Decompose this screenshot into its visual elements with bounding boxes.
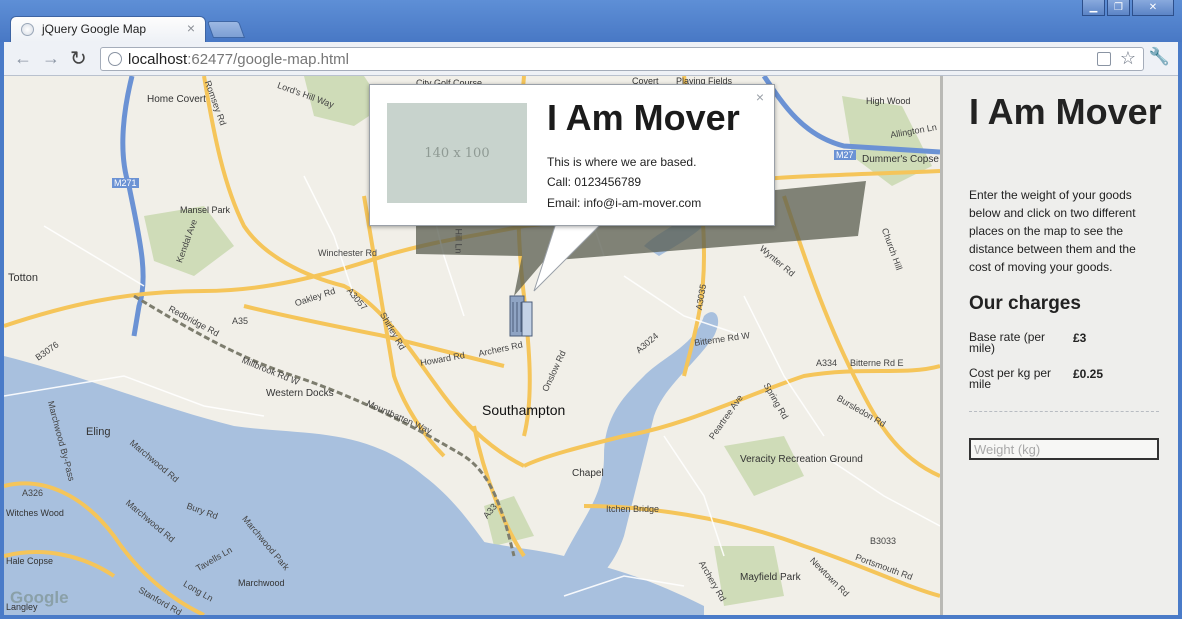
page-info-icon[interactable] xyxy=(108,52,122,66)
map-label: A334 xyxy=(816,358,838,368)
map-label: Chapel xyxy=(572,468,604,479)
placeholder-text: 140 x 100 xyxy=(424,145,490,161)
building-marker[interactable] xyxy=(509,295,533,337)
map-label: Eling xyxy=(86,426,111,438)
cost-per-kg-value: £0.25 xyxy=(1073,367,1104,381)
page-favicon-icon xyxy=(21,23,34,36)
infowindow-line: This is where we are based. xyxy=(547,155,697,169)
window-controls: ▁ ❐ ✕ xyxy=(1082,0,1174,16)
forward-arrow-icon[interactable]: → xyxy=(42,48,60,69)
weight-input[interactable] xyxy=(969,438,1159,460)
map-label: Veracity Recreation Ground xyxy=(740,454,863,465)
url-host: localhost xyxy=(128,51,188,68)
cost-per-kg-label: Cost per kg per mile xyxy=(969,366,1052,391)
charges-heading: Our charges xyxy=(969,293,1081,314)
map-label: Southampton xyxy=(482,402,566,418)
map-label: Hale Copse xyxy=(6,556,54,566)
maximize-button[interactable]: ❐ xyxy=(1107,0,1130,16)
map-infowindow: 140 x 100 I Am Mover This is where we ar… xyxy=(369,84,775,226)
map-label: Langley xyxy=(6,602,38,612)
infowindow-email: Email: info@i-am-mover.com xyxy=(547,196,702,210)
map-label: Western Docks xyxy=(266,388,334,399)
map-label: High Wood xyxy=(866,96,911,106)
wrench-menu-icon[interactable]: 🔧 xyxy=(1149,47,1170,67)
map-label: Witches Wood xyxy=(6,508,64,518)
tab-jquery-google-map[interactable]: jQuery Google Map × xyxy=(10,16,206,42)
address-bar[interactable]: localhost:62477/google-map.html ☆ xyxy=(100,47,1144,71)
side-panel: I Am Mover Enter the weight of your good… xyxy=(940,76,1178,615)
map-label: Mansel Park xyxy=(180,205,231,215)
map-label: Home Covert xyxy=(147,94,206,105)
map-label: Hill Ln xyxy=(453,228,464,254)
map-label: M27 xyxy=(834,150,856,160)
tab-title: jQuery Google Map xyxy=(42,22,147,36)
infowindow-title: I Am Mover xyxy=(547,97,740,138)
map-label: M271 xyxy=(112,178,139,188)
bookmark-star-icon[interactable]: ☆ xyxy=(1120,48,1136,69)
title-bar: jQuery Google Map × ▁ ❐ ✕ xyxy=(0,0,1182,42)
back-arrow-icon[interactable]: ← xyxy=(14,48,32,69)
map-label: Winchester Rd xyxy=(318,248,378,258)
image-placeholder: 140 x 100 xyxy=(387,103,527,203)
new-tab-button[interactable] xyxy=(206,21,246,38)
panel-description: Enter the weight of your goods below and… xyxy=(969,188,1136,274)
page-action-icon[interactable] xyxy=(1097,52,1111,66)
map-label: Bitterne Rd E xyxy=(850,358,904,368)
map-label: A35 xyxy=(232,316,249,326)
url-text[interactable]: localhost:62477/google-map.html xyxy=(128,51,349,68)
base-rate-label: Base rate (per mile) xyxy=(969,330,1046,355)
infowindow-close-icon[interactable]: × xyxy=(756,89,764,105)
page-viewport: City Golf Course Covert Playing Fields H… xyxy=(4,76,1178,615)
base-rate-value: £3 xyxy=(1073,331,1087,345)
map-label: Totton xyxy=(8,272,38,284)
window-close-button[interactable]: ✕ xyxy=(1132,0,1174,16)
map-label: Dummer's Copse xyxy=(862,154,939,165)
infowindow-line: Call: 0123456789 xyxy=(547,175,642,189)
minimize-button[interactable]: ▁ xyxy=(1082,0,1105,16)
url-path: :62477/google-map.html xyxy=(187,51,349,68)
divider xyxy=(969,411,1159,412)
tab-close-icon[interactable]: × xyxy=(187,20,195,36)
map-label: A326 xyxy=(22,488,44,498)
map-label: Mayfield Park xyxy=(740,572,801,583)
map-label: Itchen Bridge xyxy=(606,504,660,514)
map-label: B3033 xyxy=(870,536,897,546)
panel-title: I Am Mover xyxy=(969,91,1162,132)
reload-icon[interactable]: ↻ xyxy=(70,46,87,71)
browser-toolbar: ← → ↻ localhost:62477/google-map.html ☆ … xyxy=(4,42,1178,76)
map-label: Marchwood xyxy=(238,578,285,588)
